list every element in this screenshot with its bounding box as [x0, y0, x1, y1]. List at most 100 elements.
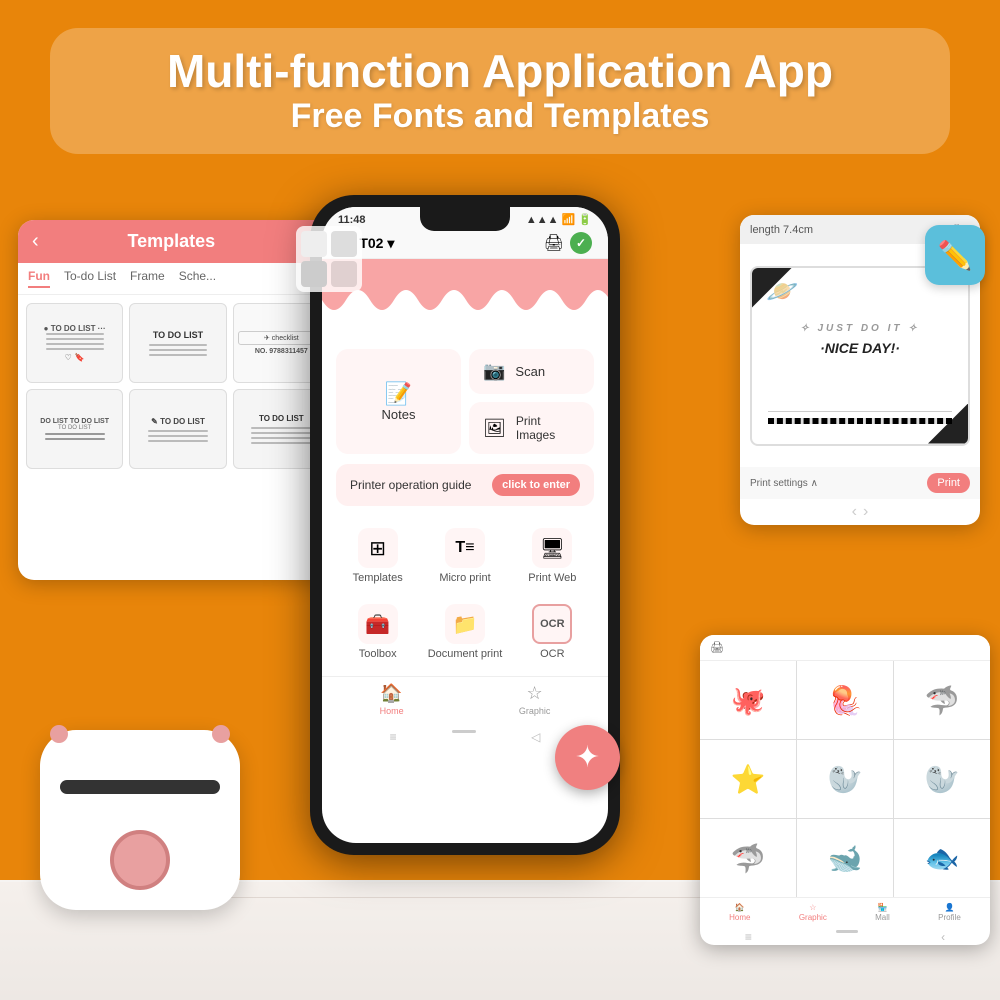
phone-signal: ▲▲▲ 📶 🔋: [526, 213, 592, 226]
list-item[interactable]: ⭐: [700, 740, 796, 818]
header-banner: Multi-function Application App Free Font…: [50, 28, 950, 154]
print-images-menu-item[interactable]: 🖼 Print Images: [469, 402, 594, 454]
notebook-nice-day-text: ✧ JUST DO IT ✧ ·NICE DAY!·: [800, 323, 919, 356]
home-indicator-bar: [452, 730, 476, 733]
ocr-icon-item[interactable]: OCR OCR: [511, 596, 594, 668]
microprint-icon-item[interactable]: T≡ Micro print: [423, 520, 506, 592]
printer-button[interactable]: [110, 830, 170, 890]
creatures-profile-icon: 👤: [944, 903, 954, 912]
grid-shape-tr: [331, 231, 357, 257]
grid-shape-br: [331, 261, 357, 287]
printer-paper-slot: [60, 780, 220, 794]
grid-shape-overlay: [296, 226, 362, 292]
notebook-lines: [768, 411, 952, 424]
templates-icon: ⊞: [358, 528, 398, 568]
phone-icon-grid: ⊞ Templates T≡ Micro print 🖥 Print Web 🧰…: [322, 512, 608, 676]
docprint-icon-item[interactable]: 📁 Document print: [423, 596, 506, 668]
creatures-nav-home[interactable]: 🏠 Home: [729, 903, 750, 922]
creatures-graphic-icon: ☆: [809, 903, 816, 912]
planet-icon: 🪐: [766, 276, 798, 307]
tab-sche[interactable]: Sche...: [179, 269, 216, 288]
printer-guide-banner: Printer operation guide click to enter: [336, 464, 594, 506]
scan-menu-item[interactable]: 📷 Scan: [469, 349, 594, 394]
list-item[interactable]: ✎ TO DO LIST: [129, 389, 226, 469]
creatures-nav-profile[interactable]: 👤 Profile: [938, 903, 961, 922]
list-item[interactable]: 🐙: [700, 661, 796, 739]
header-title: Multi-function Application App: [80, 46, 920, 97]
nav-graphic[interactable]: ☆ Graphic: [519, 683, 551, 716]
list-item[interactable]: 🦭: [894, 740, 990, 818]
list-item[interactable]: 🦈: [894, 661, 990, 739]
list-item[interactable]: TO DO LIST: [129, 303, 226, 383]
templates-tabs: Fun To-do List Frame Sche...: [18, 263, 338, 295]
templates-panel: ‹ Templates Fun To-do List Frame Sche...…: [18, 220, 338, 580]
star-overlay-button[interactable]: ✦: [555, 725, 620, 790]
printer-corner-tr: [212, 725, 230, 743]
printweb-icon-item[interactable]: 🖥 Print Web: [511, 520, 594, 592]
tab-todolist[interactable]: To-do List: [64, 269, 116, 288]
printer-device: [40, 730, 260, 950]
toolbox-icon-item[interactable]: 🧰 Toolbox: [336, 596, 419, 668]
templates-header: ‹ Templates: [18, 220, 338, 263]
creatures-home-icon: 🏠: [735, 903, 745, 912]
notebook-nav-dots: ‹ ›: [740, 499, 980, 525]
creatures-nav-mall[interactable]: 🏪 Mall: [875, 903, 890, 922]
nav-menu-icon: ≡: [390, 730, 397, 744]
list-item[interactable]: ● TO DO LIST ··· ♡🔖: [26, 303, 123, 383]
edit-icon-overlay[interactable]: ✏️: [925, 225, 985, 285]
templates-panel-title: Templates: [127, 231, 215, 252]
home-nav-icon: 🏠: [380, 683, 402, 704]
printer-corner-tl: [50, 725, 68, 743]
list-item[interactable]: 🐟: [894, 819, 990, 897]
home-bar-indicator: [836, 930, 858, 933]
nav-back-icon: ◁: [531, 730, 540, 744]
check-icon[interactable]: ✓: [570, 232, 592, 254]
list-item[interactable]: 🐋: [797, 819, 893, 897]
phone-notch: [420, 207, 510, 231]
creatures-nav-indicators: ≡ ‹: [700, 927, 990, 945]
list-item[interactable]: 🦈: [700, 819, 796, 897]
creatures-mall-icon: 🏪: [877, 903, 887, 912]
tab-fun[interactable]: Fun: [28, 269, 50, 288]
microprint-icon: T≡: [445, 528, 485, 568]
templates-back-icon[interactable]: ‹: [32, 230, 39, 253]
grid-shape-bl: [301, 261, 327, 287]
phone-menu-grid: 📝 Notes 📷 Scan 🖼 Print Images: [322, 339, 608, 458]
creatures-panel: 🖨 🐙 🪼 🦈 ⭐ 🦭 🦭 🦈 🐋 🐟 🏠 Home ☆ Graphic 🏪 M…: [700, 635, 990, 945]
notebook-print-button[interactable]: Print: [927, 473, 970, 493]
notebook-bottom-bar: Print settings ∧ Print: [740, 467, 980, 499]
ocr-icon: OCR: [532, 604, 572, 644]
print-icon[interactable]: 🖨: [544, 233, 564, 253]
list-item[interactable]: 🪼: [797, 661, 893, 739]
list-item[interactable]: DO LIST TO DO LIST TO DO LIST: [26, 389, 123, 469]
notebook-image-area: 🪐 ✧ JUST DO IT ✧ ·NICE DAY!·: [750, 266, 970, 446]
back-indicator: ‹: [941, 930, 945, 944]
templates-grid: ● TO DO LIST ··· ♡🔖 TO DO LIST ✈ checkli…: [18, 295, 338, 477]
phone-bottom-nav: 🏠 Home ☆ Graphic: [322, 676, 608, 726]
creatures-panel-header: 🖨: [700, 635, 990, 661]
nav-home[interactable]: 🏠 Home: [380, 683, 404, 716]
grid-shape-tl: [301, 231, 327, 257]
menu-indicator: ≡: [745, 930, 752, 944]
chevron-right-icon[interactable]: ›: [863, 503, 868, 521]
toolbox-icon: 🧰: [358, 604, 398, 644]
creatures-bottom-nav: 🏠 Home ☆ Graphic 🏪 Mall 👤 Profile: [700, 897, 990, 927]
corner-decoration-br: [928, 404, 968, 444]
docprint-icon: 📁: [445, 604, 485, 644]
printer-body: [40, 730, 240, 910]
phone-time: 11:48: [338, 214, 366, 226]
creatures-nav-graphic[interactable]: ☆ Graphic: [799, 903, 827, 922]
list-item[interactable]: 🦭: [797, 740, 893, 818]
phone-wave-decoration: [322, 259, 608, 339]
creatures-grid: 🐙 🪼 🦈 ⭐ 🦭 🦭 🦈 🐋 🐟: [700, 661, 990, 897]
click-to-enter-button[interactable]: click to enter: [492, 474, 580, 496]
notes-menu-item[interactable]: 📝 Notes: [336, 349, 461, 454]
phone-top-bar: 🏠 T02 ▾ 🖨 ✓: [322, 228, 608, 259]
scan-print-column: 📷 Scan 🖼 Print Images: [469, 349, 594, 454]
header-subtitle: Free Fonts and Templates: [80, 97, 920, 136]
printweb-icon: 🖥: [532, 528, 572, 568]
chevron-left-icon[interactable]: ‹: [852, 503, 857, 521]
notebook-length-text: length 7.4cm: [750, 224, 813, 236]
tab-frame[interactable]: Frame: [130, 269, 165, 288]
templates-icon-item[interactable]: ⊞ Templates: [336, 520, 419, 592]
